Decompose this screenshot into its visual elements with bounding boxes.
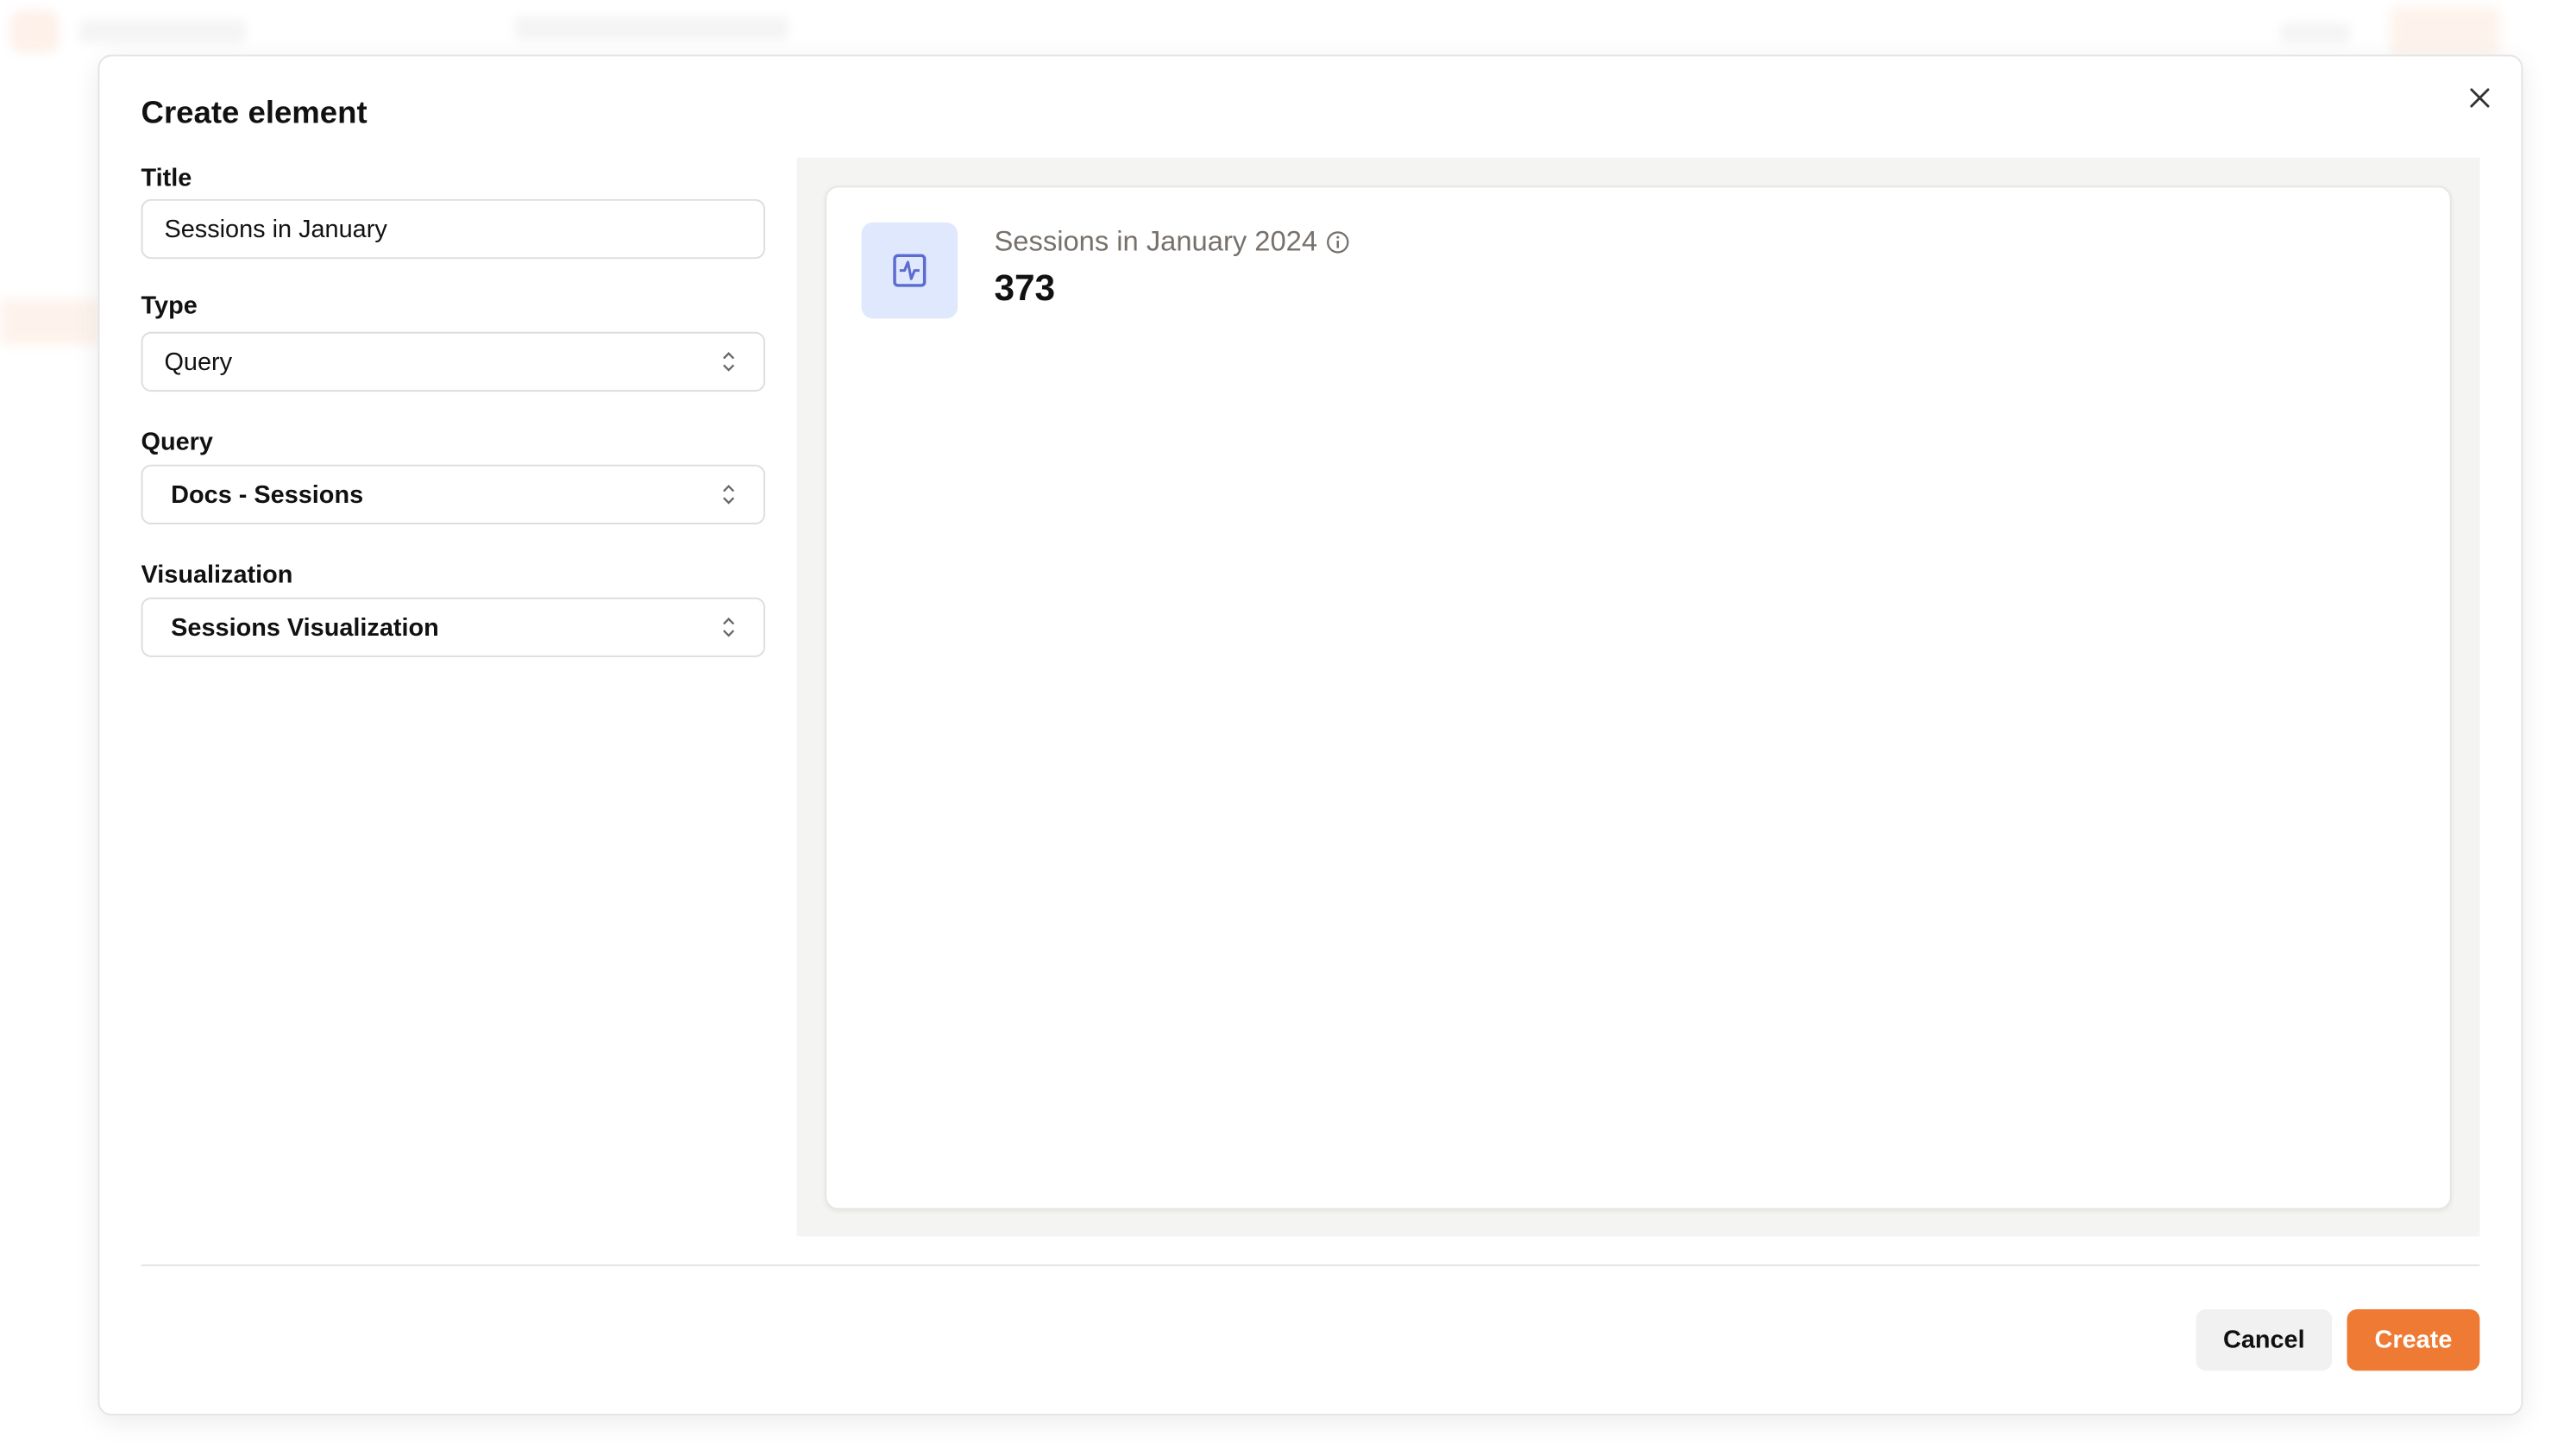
metric-title: Sessions in January 2024 [994,226,1348,259]
chevron-up-down-icon [723,485,735,505]
title-input[interactable] [142,215,764,243]
metric-value: 373 [994,267,1056,309]
query-label: Query [141,428,213,457]
metric-icon-box [861,222,958,319]
title-field[interactable] [141,198,765,260]
chevron-up-down-icon [723,618,735,637]
dialog-title: Create element [141,96,368,131]
visualization-label: Visualization [141,561,293,590]
visualization-select[interactable]: Sessions Visualization [141,597,765,657]
activity-chart-icon [893,254,927,287]
create-button[interactable]: Create [2347,1309,2480,1371]
visualization-value: Sessions Visualization [171,612,439,642]
cancel-button[interactable]: Cancel [2196,1309,2333,1371]
footer-divider [141,1264,2480,1267]
type-label: Type [141,292,198,321]
query-select[interactable]: Docs - Sessions [141,464,765,524]
preview-panel: Sessions in January 2024 373 [796,157,2480,1237]
type-select[interactable]: Query [141,331,765,392]
create-element-dialog: Create element Title Type Query Query Do… [97,54,2523,1416]
title-label: Title [141,164,192,193]
query-value: Docs - Sessions [171,480,364,509]
chevron-up-down-icon [723,352,735,372]
close-icon[interactable] [2466,85,2493,111]
type-value: Query [164,348,233,376]
info-icon[interactable] [1326,230,1349,254]
metric-title-text: Sessions in January 2024 [994,225,1318,258]
preview-card: Sessions in January 2024 373 [825,185,2452,1210]
